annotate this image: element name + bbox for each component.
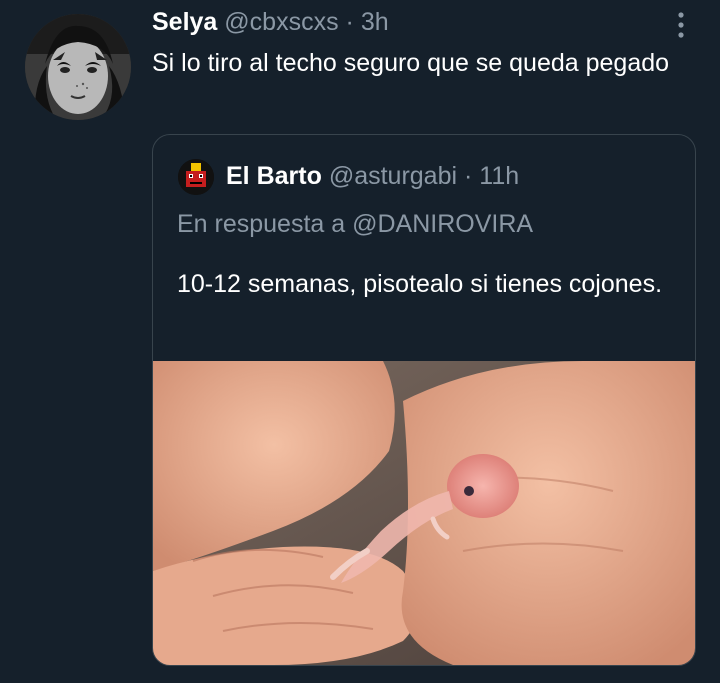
reply-prefix: En respuesta a — [177, 210, 346, 238]
separator-dot: · — [345, 8, 354, 36]
quoted-author-handle[interactable]: @asturgabi — [329, 162, 457, 190]
quoted-media-image[interactable] — [153, 361, 695, 665]
quoted-tweet-text: 10-12 semanas, pisotealo si tienes cojon… — [177, 270, 663, 298]
quoted-author-name[interactable]: El Barto — [226, 162, 322, 190]
tweet[interactable]: Selya @cbxscxs · 3h Si lo tiro al techo … — [0, 0, 720, 683]
author-avatar[interactable] — [25, 14, 131, 120]
quoted-tweet-header: El Barto @asturgabi · 11h — [226, 159, 519, 193]
author-name[interactable]: Selya — [152, 8, 217, 36]
reply-context: En respuesta a @DANIROVIRA — [177, 207, 533, 241]
tweet-header: Selya @cbxscxs · 3h — [152, 6, 389, 38]
tweet-timestamp[interactable]: 3h — [361, 8, 389, 36]
more-vertical-icon[interactable] — [668, 8, 694, 42]
quoted-timestamp[interactable]: 11h — [479, 162, 519, 190]
quoted-tweet[interactable]: El Barto @asturgabi · 11h En respuesta a… — [152, 134, 696, 666]
quoted-author-avatar[interactable] — [178, 159, 214, 195]
reply-mention-link[interactable]: @DANIROVIRA — [352, 210, 533, 238]
tweet-text: Si lo tiro al techo seguro que se queda … — [152, 49, 670, 77]
quoted-separator-dot: · — [464, 162, 473, 190]
author-handle[interactable]: @cbxscxs — [224, 8, 338, 36]
